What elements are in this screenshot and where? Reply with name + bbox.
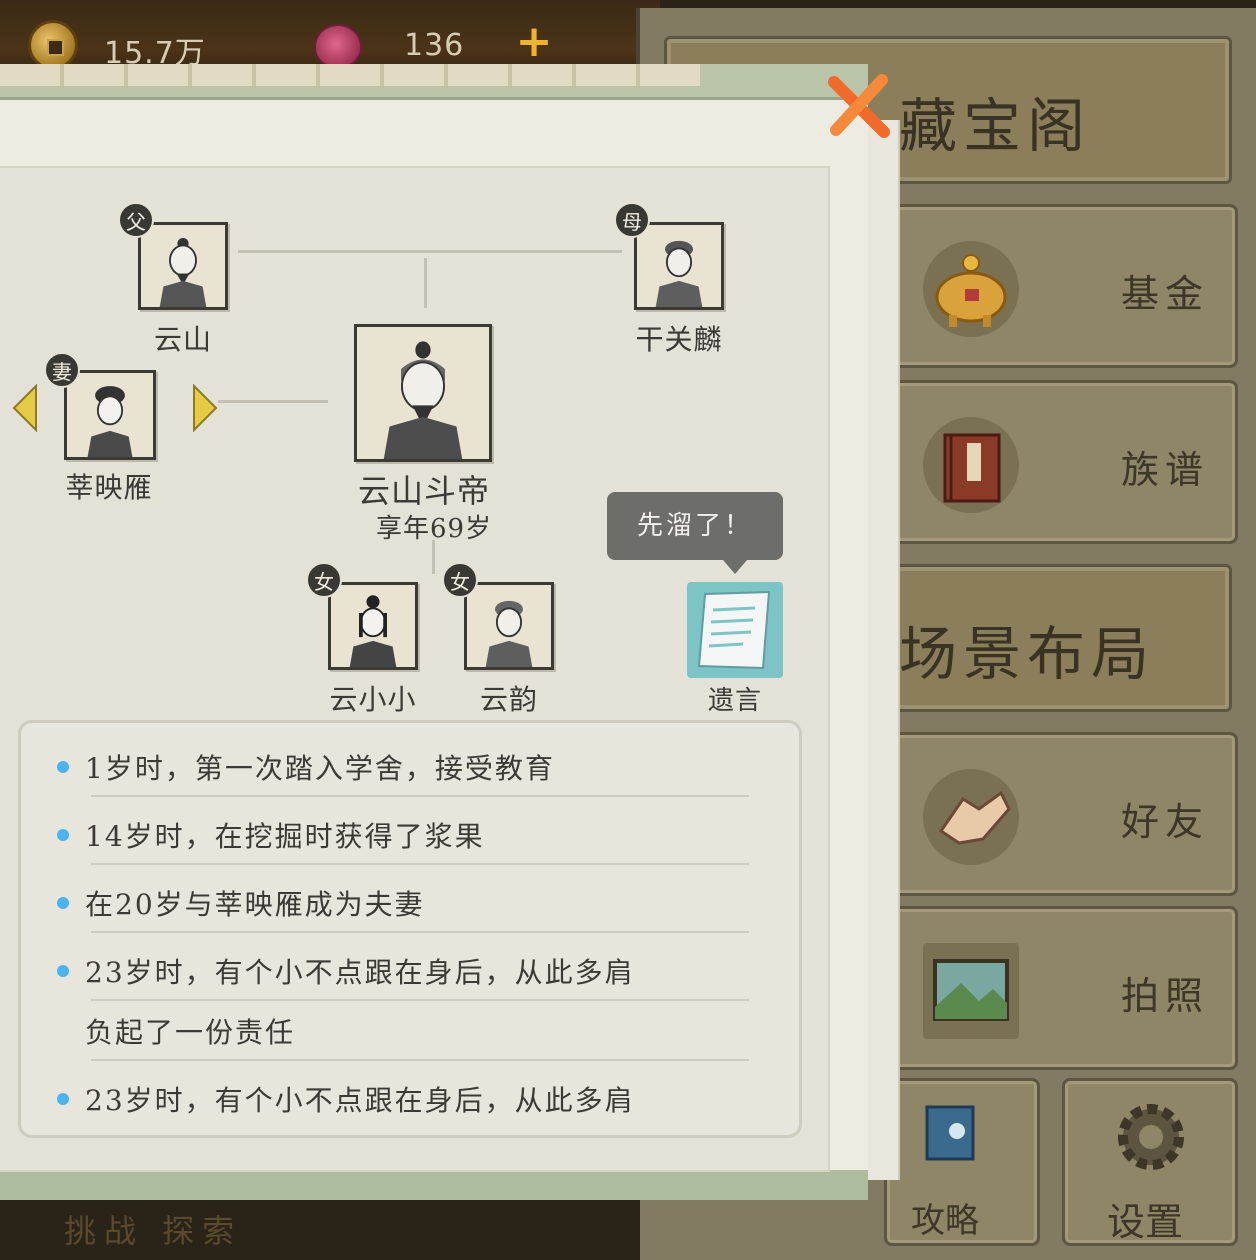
spouse-badge: 妻 bbox=[44, 352, 80, 388]
arrow-left-icon bbox=[12, 383, 37, 433]
bottom-nav: 挑战 探索 bbox=[0, 1200, 640, 1260]
paper-tape bbox=[0, 64, 700, 86]
father-badge: 父 bbox=[118, 202, 154, 238]
child-badge-1: 女 bbox=[306, 562, 342, 598]
scene-layout-label: 场景布局 bbox=[899, 620, 1156, 688]
self-name: 云山斗帝 bbox=[357, 472, 490, 510]
self-age: 享年69岁 bbox=[375, 514, 493, 544]
spouse-portrait[interactable] bbox=[64, 370, 156, 460]
parent-child-connector bbox=[424, 258, 427, 308]
child-badge-2: 女 bbox=[442, 562, 478, 598]
arrow-right-icon bbox=[193, 383, 218, 433]
child-name-1: 云小小 bbox=[329, 683, 417, 716]
spouse-name: 莘映雁 bbox=[65, 471, 153, 504]
next-spouse-arrow[interactable] bbox=[190, 383, 220, 433]
fund-button[interactable]: 基金 bbox=[884, 204, 1238, 368]
photo-label: 拍照 bbox=[1120, 974, 1209, 1018]
genealogy-button[interactable]: 族谱 bbox=[884, 380, 1238, 544]
guide-button[interactable]: 攻略 bbox=[884, 1078, 1040, 1246]
mother-portrait[interactable] bbox=[634, 222, 724, 310]
bullet-icon bbox=[57, 965, 69, 977]
piggy-bank-icon bbox=[923, 241, 1019, 337]
settings-button[interactable]: 设置 bbox=[1062, 1078, 1238, 1246]
bullet-icon bbox=[57, 1093, 69, 1105]
child-portrait-2[interactable] bbox=[464, 582, 554, 670]
mother-badge: 母 bbox=[614, 202, 650, 238]
bullet-icon bbox=[57, 761, 69, 773]
settings-label: 设置 bbox=[1107, 1200, 1184, 1244]
child-portrait-1[interactable] bbox=[328, 582, 418, 670]
guide-book-icon bbox=[917, 1097, 987, 1167]
self-portrait[interactable] bbox=[354, 324, 492, 462]
scroll-icon bbox=[697, 590, 771, 670]
life-events-list[interactable]: 1岁时，第一次踏入学舍，接受教育 14岁时，在挖掘时获得了浆果 在20岁与莘映雁… bbox=[18, 720, 802, 1138]
mother-name: 干关麟 bbox=[635, 323, 723, 356]
fund-label: 基金 bbox=[1120, 272, 1209, 316]
will-button[interactable] bbox=[687, 582, 783, 678]
close-button[interactable] bbox=[824, 74, 894, 138]
spouse-connector bbox=[218, 400, 328, 403]
book-icon bbox=[923, 417, 1019, 513]
prev-spouse-arrow[interactable] bbox=[10, 383, 40, 433]
handshake-icon bbox=[923, 769, 1019, 865]
children-connector bbox=[432, 540, 435, 574]
gear-icon bbox=[1109, 1095, 1193, 1179]
genealogy-label: 族谱 bbox=[1120, 448, 1209, 492]
father-portrait[interactable] bbox=[138, 222, 228, 310]
photo-button[interactable]: 拍照 bbox=[884, 906, 1238, 1070]
friends-label: 好友 bbox=[1120, 800, 1209, 844]
parents-connector bbox=[238, 250, 622, 253]
father-name: 云山 bbox=[153, 323, 212, 356]
bullet-icon bbox=[57, 897, 69, 909]
gem-icon bbox=[314, 24, 362, 68]
paper-bottom-border bbox=[0, 1170, 868, 1200]
photo-frame-icon bbox=[923, 943, 1019, 1039]
gem-count: 136 bbox=[404, 28, 465, 63]
close-icon bbox=[828, 74, 890, 138]
friends-button[interactable]: 好友 bbox=[884, 732, 1238, 896]
child-name-2: 云韵 bbox=[479, 683, 538, 716]
will-label: 遗言 bbox=[707, 686, 762, 716]
guide-label: 攻略 bbox=[911, 1201, 979, 1241]
coin-icon bbox=[28, 20, 78, 70]
will-speech-bubble: 先溜了！ bbox=[607, 492, 783, 574]
add-currency-button[interactable]: + bbox=[514, 20, 554, 64]
bullet-icon bbox=[57, 829, 69, 841]
treasure-pavilion-label: 藏宝阁 bbox=[899, 92, 1092, 160]
